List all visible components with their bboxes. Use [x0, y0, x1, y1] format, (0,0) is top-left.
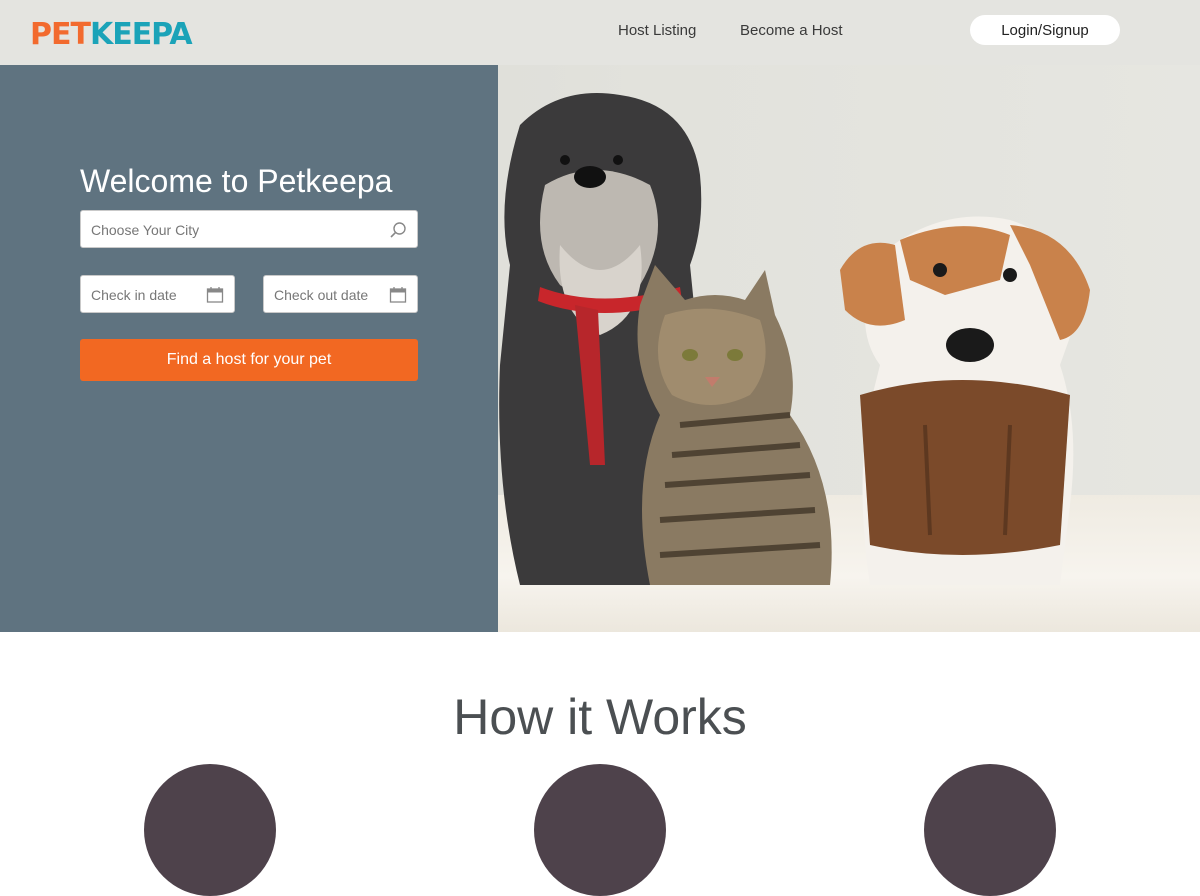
check-in-placeholder: Check in date [91, 287, 177, 303]
hero-title: Welcome to Petkeepa [80, 163, 393, 199]
find-host-button[interactable]: Find a host for your pet [80, 339, 418, 381]
site-header: PET KEEPA Host Listing Become a Host Logi… [0, 0, 1200, 65]
beagle-dog [840, 216, 1090, 585]
city-placeholder: Choose Your City [91, 222, 200, 238]
tabby-cat [637, 265, 832, 585]
logo-part-keepa: KEEPA [89, 17, 193, 52]
check-out-placeholder: Check out date [274, 287, 369, 303]
check-in-date-input[interactable]: Check in date [80, 275, 235, 313]
calendar-icon [206, 287, 224, 303]
how-it-works-title: How it Works [453, 689, 747, 745]
city-search-input[interactable]: Choose Your City [80, 210, 418, 248]
check-out-date-input[interactable]: Check out date [263, 275, 418, 313]
logo-part-pet: PET [30, 17, 91, 52]
hero-section: Welcome to Petkeepa Choose Your City Che… [0, 65, 1200, 632]
step-circle-2 [534, 764, 666, 896]
step-circle-3 [924, 764, 1056, 896]
nav-host-listing[interactable]: Host Listing [618, 22, 696, 39]
search-icon [390, 222, 406, 238]
petkeepa-logo[interactable]: PET KEEPA [30, 14, 193, 52]
step-circle-1 [144, 764, 276, 896]
nav-become-a-host[interactable]: Become a Host [740, 22, 843, 39]
login-signup-button[interactable]: Login/Signup [970, 15, 1120, 45]
calendar-icon [389, 287, 407, 303]
